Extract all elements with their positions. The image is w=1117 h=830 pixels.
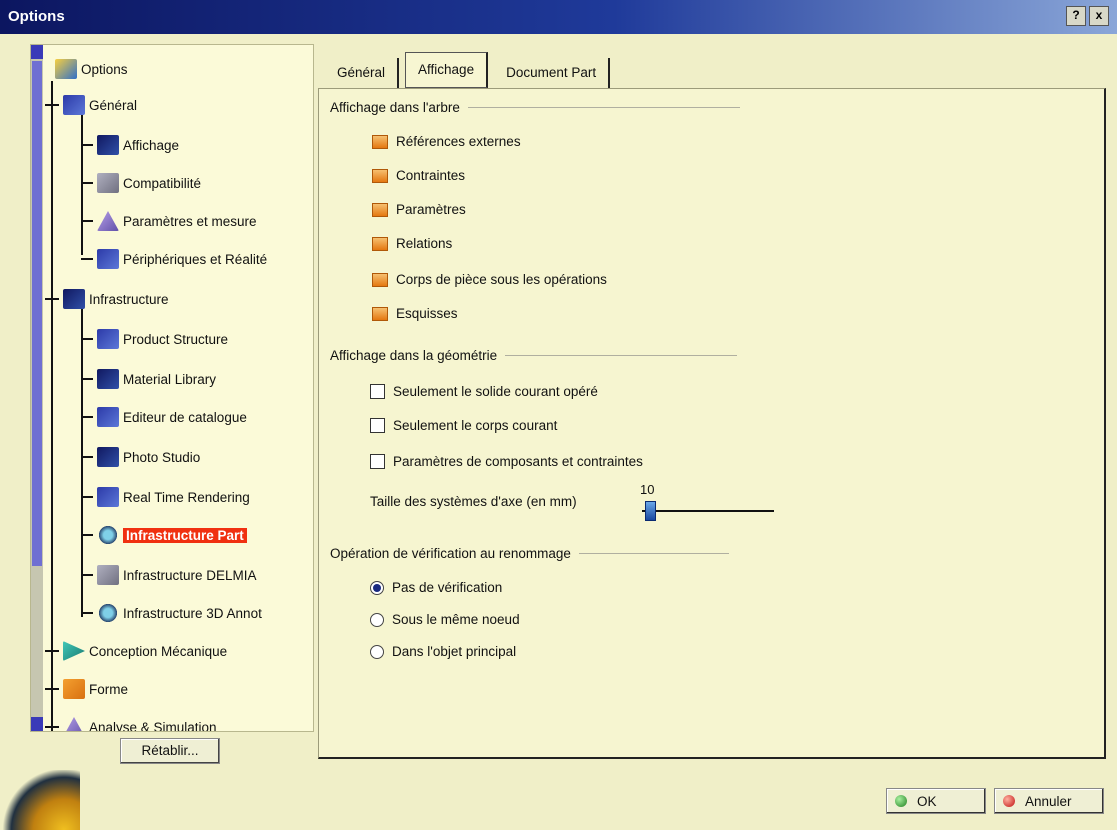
options-icon bbox=[55, 59, 77, 79]
tree-option-external-references[interactable]: Références externes bbox=[372, 134, 521, 149]
radio-same-node[interactable]: Sous le même noeud bbox=[370, 612, 520, 627]
tree-item-options[interactable]: Options bbox=[55, 59, 128, 79]
scroll-up-arrow-icon[interactable] bbox=[31, 45, 43, 59]
cancel-icon bbox=[1003, 795, 1015, 807]
tree-option-parameters[interactable]: Paramètres bbox=[372, 202, 466, 217]
tree-item-photo-studio[interactable]: Photo Studio bbox=[81, 447, 200, 467]
checked-icon[interactable] bbox=[372, 168, 388, 183]
infrastructure-icon bbox=[63, 289, 85, 309]
checked-icon[interactable] bbox=[372, 202, 388, 217]
tree-item-real-time-rendering[interactable]: Real Time Rendering bbox=[81, 487, 250, 507]
tree-item-devices[interactable]: Périphériques et Réalité bbox=[81, 249, 267, 269]
geometry-option-current-body[interactable]: Seulement le corps courant bbox=[370, 418, 557, 433]
tree-item-display[interactable]: Affichage bbox=[81, 135, 179, 155]
help-button[interactable]: ? bbox=[1066, 6, 1086, 26]
axis-size-slider-track[interactable] bbox=[642, 510, 774, 512]
title-bar: Options ? x bbox=[0, 0, 1117, 34]
window-title: Options bbox=[8, 8, 65, 25]
tree-option-bodies[interactable]: Corps de pièce sous les opérations bbox=[372, 272, 607, 287]
ok-icon bbox=[895, 795, 907, 807]
tree-item-infrastructure-3d-annot[interactable]: Infrastructure 3D Annot bbox=[81, 603, 262, 623]
tree-item-catalog-editor[interactable]: Editeur de catalogue bbox=[81, 407, 247, 427]
tree-item-parameters[interactable]: Paramètres et mesure bbox=[81, 211, 257, 231]
checkbox[interactable] bbox=[370, 418, 385, 433]
tree-item-mechanical-design[interactable]: Conception Mécanique bbox=[45, 641, 227, 661]
geometry-option-current-solid[interactable]: Seulement le solide courant opéré bbox=[370, 384, 598, 399]
display-icon bbox=[97, 135, 119, 155]
tree-item-analysis-simulation[interactable]: Analyse & Simulation bbox=[45, 717, 217, 731]
radio-icon[interactable] bbox=[370, 644, 384, 659]
tree-item-compatibility[interactable]: Compatibilité bbox=[81, 173, 201, 193]
axis-size-value: 10 bbox=[640, 482, 655, 497]
checkbox[interactable] bbox=[370, 384, 385, 399]
geometry-option-component-params[interactable]: Paramètres de composants et contraintes bbox=[370, 454, 643, 469]
checked-icon[interactable] bbox=[372, 306, 388, 321]
checked-icon[interactable] bbox=[372, 236, 388, 251]
product-structure-icon bbox=[97, 329, 119, 349]
tree-item-material-library[interactable]: Material Library bbox=[81, 369, 216, 389]
ok-button[interactable]: OK bbox=[886, 788, 986, 814]
axis-size-slider-handle[interactable] bbox=[645, 501, 656, 521]
restore-button[interactable]: Rétablir... bbox=[120, 738, 220, 764]
tree-item-infrastructure-delmia[interactable]: Infrastructure DELMIA bbox=[81, 565, 257, 585]
tree-item-infrastructure-part[interactable]: Infrastructure Part bbox=[81, 525, 247, 545]
catalog-editor-icon bbox=[97, 407, 119, 427]
tab-document-part[interactable]: Document Part bbox=[494, 58, 611, 88]
cancel-button[interactable]: Annuler bbox=[994, 788, 1104, 814]
section-rename-check: Opération de vérification au renommage bbox=[330, 546, 729, 561]
general-icon bbox=[63, 95, 85, 115]
desktop-corner-graphic bbox=[0, 770, 80, 830]
gear-icon bbox=[97, 525, 119, 545]
tree-connector bbox=[51, 81, 53, 731]
tree-scrollbar[interactable] bbox=[31, 45, 43, 731]
section-tree-display: Affichage dans l'arbre bbox=[330, 100, 740, 115]
tree-item-product-structure[interactable]: Product Structure bbox=[81, 329, 228, 349]
shape-icon bbox=[63, 679, 85, 699]
tree-item-infrastructure[interactable]: Infrastructure bbox=[45, 289, 169, 309]
tab-display[interactable]: Affichage bbox=[405, 52, 489, 88]
tree-item-shape[interactable]: Forme bbox=[45, 679, 128, 699]
analysis-icon bbox=[63, 717, 85, 731]
tab-general[interactable]: Général bbox=[325, 58, 400, 88]
tree-option-sketches[interactable]: Esquisses bbox=[372, 306, 458, 321]
scroll-down-arrow-icon[interactable] bbox=[31, 717, 43, 731]
tree-item-general[interactable]: Général bbox=[45, 95, 137, 115]
radio-no-check[interactable]: Pas de vérification bbox=[370, 580, 502, 595]
radio-icon[interactable] bbox=[370, 612, 384, 627]
scroll-thumb[interactable] bbox=[32, 61, 42, 566]
radio-main-object[interactable]: Dans l'objet principal bbox=[370, 644, 516, 659]
tab-bar: Général Affichage Document Part bbox=[325, 52, 616, 88]
radio-selected-icon[interactable] bbox=[370, 580, 384, 595]
mechanical-design-icon bbox=[63, 641, 85, 661]
parameters-icon bbox=[97, 211, 119, 231]
axis-size-label: Taille des systèmes d'axe (en mm) bbox=[370, 494, 577, 509]
options-tree: Options Général Affichage Compatibilité … bbox=[30, 44, 314, 732]
close-button[interactable]: x bbox=[1089, 6, 1109, 26]
annotation-icon bbox=[97, 603, 119, 623]
tree-option-relations[interactable]: Relations bbox=[372, 236, 452, 251]
compatibility-icon bbox=[97, 173, 119, 193]
section-geometry-display: Affichage dans la géométrie bbox=[330, 348, 738, 363]
real-time-rendering-icon bbox=[97, 487, 119, 507]
delmia-icon bbox=[97, 565, 119, 585]
devices-icon bbox=[97, 249, 119, 269]
photo-studio-icon bbox=[97, 447, 119, 467]
material-library-icon bbox=[97, 369, 119, 389]
checked-icon[interactable] bbox=[372, 272, 388, 287]
checked-icon[interactable] bbox=[372, 134, 388, 149]
tree-option-constraints[interactable]: Contraintes bbox=[372, 168, 465, 183]
checkbox[interactable] bbox=[370, 454, 385, 469]
